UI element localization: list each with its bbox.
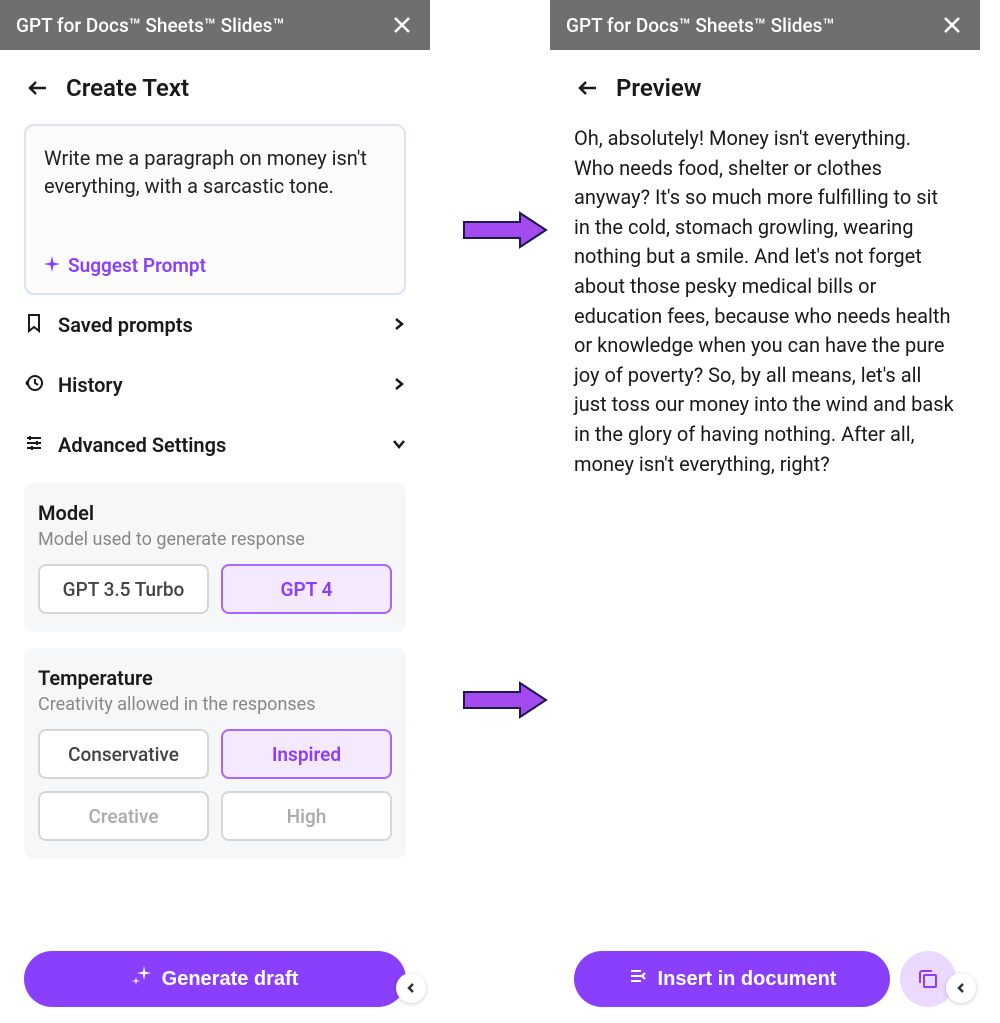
sparkles-icon [132,966,152,992]
history-row[interactable]: History [24,355,406,415]
close-icon[interactable] [940,13,964,37]
temperature-option-conservative[interactable]: Conservative [38,729,209,779]
model-title: Model [38,501,392,525]
history-icon [24,373,44,397]
sliders-icon [24,433,44,457]
generate-draft-button[interactable]: Generate draft [24,951,406,1007]
advanced-settings-label: Advanced Settings [58,433,226,457]
back-arrow-icon[interactable] [24,74,52,102]
page-title: Preview [616,74,701,102]
suggest-prompt-label: Suggest Prompt [68,254,206,277]
chevron-right-icon [392,376,406,395]
temperature-card: Temperature Creativity allowed in the re… [24,648,406,859]
suggest-prompt-button[interactable]: Suggest Prompt [44,254,386,277]
chevron-right-icon [392,316,406,335]
bookmark-icon [24,313,44,337]
preview-text: Oh, absolutely! Money isn't everything. … [550,124,980,479]
temperature-title: Temperature [38,666,392,690]
temperature-option-creative[interactable]: Creative [38,791,209,841]
prompt-box[interactable]: Write me a paragraph on money isn't ever… [24,124,406,295]
close-icon[interactable] [390,13,414,37]
topbar: GPT for Docs™ Sheets™ Slides™ [0,0,430,50]
preview-panel: GPT for Docs™ Sheets™ Slides™ Preview Oh… [550,0,980,1023]
model-option-gpt4[interactable]: GPT 4 [221,564,392,614]
topbar-title: GPT for Docs™ Sheets™ Slides™ [566,14,834,37]
topbar-title: GPT for Docs™ Sheets™ Slides™ [16,14,284,37]
topbar: GPT for Docs™ Sheets™ Slides™ [550,0,980,50]
insert-document-button[interactable]: Insert in document [574,951,890,1007]
insert-document-label: Insert in document [658,968,837,991]
collapse-button[interactable] [946,973,976,1003]
temperature-option-inspired[interactable]: Inspired [221,729,392,779]
chevron-down-icon [392,436,406,455]
insert-icon [628,966,648,992]
collapse-button[interactable] [396,973,426,1003]
model-card: Model Model used to generate response GP… [24,483,406,632]
temperature-option-high[interactable]: High [221,791,392,841]
generate-draft-label: Generate draft [162,968,299,991]
saved-prompts-label: Saved prompts [58,313,193,337]
create-panel: GPT for Docs™ Sheets™ Slides™ Create Tex… [0,0,430,1023]
history-label: History [58,373,123,397]
model-subtitle: Model used to generate response [38,529,392,550]
model-option-gpt35[interactable]: GPT 3.5 Turbo [38,564,209,614]
back-arrow-icon[interactable] [574,74,602,102]
temperature-subtitle: Creativity allowed in the responses [38,694,392,715]
page-title: Create Text [66,74,189,102]
sparkle-icon [44,256,60,276]
flow-arrow-icon [460,680,550,720]
prompt-text[interactable]: Write me a paragraph on money isn't ever… [44,144,386,234]
flow-arrow-icon [460,210,550,250]
saved-prompts-row[interactable]: Saved prompts [24,295,406,355]
advanced-settings-row[interactable]: Advanced Settings [24,415,406,475]
